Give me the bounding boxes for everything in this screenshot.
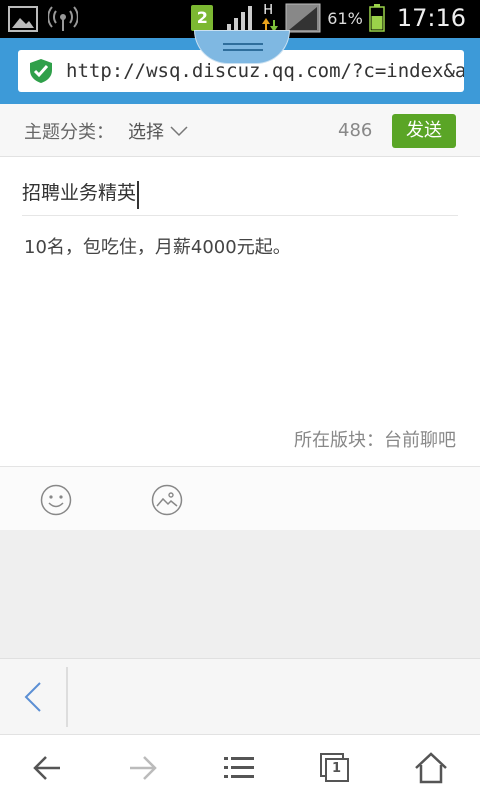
forward-arrow-icon[interactable]: [126, 751, 160, 785]
menu-icon[interactable]: [222, 751, 256, 785]
text-caret: [137, 180, 140, 209]
divider: [66, 667, 68, 727]
char-count: 486: [338, 120, 373, 141]
category-row: 主题分类： 选择 486 发送: [0, 104, 480, 157]
notification-badge: 2: [191, 5, 214, 31]
title-value: 招聘业务精英: [22, 182, 137, 204]
shield-check-icon: [30, 59, 52, 83]
battery-icon: [369, 4, 385, 32]
send-button[interactable]: 发送: [392, 114, 456, 148]
gallery-icon: [8, 6, 38, 32]
tabs-button[interactable]: 1: [318, 751, 352, 785]
signal-icon-2: [285, 3, 321, 33]
handle-line: [223, 43, 263, 45]
category-label: 主题分类：: [24, 122, 114, 143]
emoji-icon[interactable]: [40, 484, 72, 516]
wifi-hotspot-icon: [48, 6, 78, 31]
image-icon[interactable]: [151, 484, 183, 516]
clock: 17:16: [396, 4, 466, 32]
network-type: H: [261, 3, 279, 33]
title-input[interactable]: 招聘业务精英: [22, 170, 458, 216]
board-info: 所在版块：台前聊吧: [294, 430, 456, 451]
handle-line: [223, 49, 263, 51]
content-input[interactable]: 10名，包吃住，月薪4000元起。: [24, 233, 291, 259]
browser-nav: 1: [0, 734, 480, 800]
back-arrow-icon[interactable]: [30, 751, 64, 785]
home-icon[interactable]: [414, 751, 448, 785]
battery-percent: 61%: [327, 8, 363, 28]
address-bar-area: http://wsq.discuz.qq.com/?c=index&a=n: [0, 30, 480, 104]
chevron-down-icon: [170, 126, 188, 137]
url-text[interactable]: http://wsq.discuz.qq.com/?c=index&a=n: [66, 60, 464, 82]
category-select[interactable]: 选择: [128, 118, 188, 144]
editor-toolbar: [0, 466, 480, 530]
signal-icon: [227, 6, 253, 30]
network-type-label: H: [263, 3, 274, 18]
category-select-label: 选择: [128, 122, 164, 143]
chevron-left-icon[interactable]: [22, 679, 44, 715]
bottom-bar: [0, 658, 480, 734]
gray-panel: [0, 530, 480, 658]
tab-count: 1: [332, 761, 342, 776]
